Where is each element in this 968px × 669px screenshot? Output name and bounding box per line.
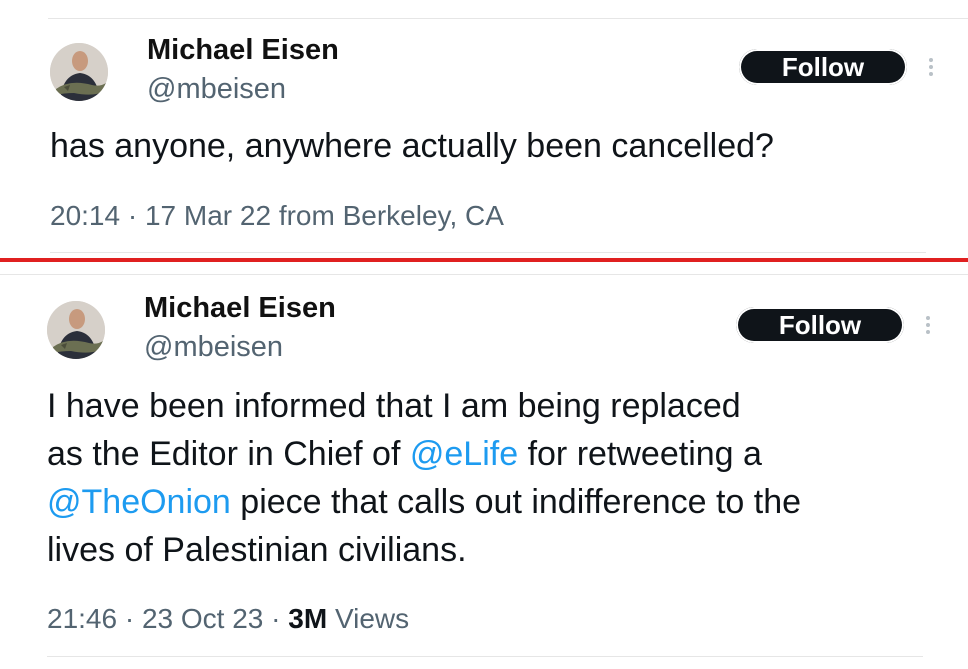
text-segment: piece that calls out indifference to the (230, 483, 802, 521)
mention-theonion[interactable]: @TheOnion (47, 483, 231, 521)
tweet-date[interactable]: 23 Oct 23 (142, 603, 263, 634)
separator-dot: · (124, 603, 135, 634)
tweet-text: I have been informed that I am being rep… (47, 382, 947, 574)
text-segment: for retweeting a (518, 435, 762, 473)
tweet-line-3: @TheOnion piece that calls out indiffere… (47, 478, 947, 526)
tweet-line-2: as the Editor in Chief of @eLife for ret… (47, 430, 947, 478)
tweet-meta: 21:46 · 23 Oct 23 · 3M Views (47, 603, 409, 635)
tweet-meta: 20:14 · 17 Mar 22 from Berkeley, CA (50, 200, 504, 232)
user-handle[interactable]: @mbeisen (147, 73, 286, 106)
more-options-icon[interactable] (928, 58, 934, 80)
tweet-divider (47, 656, 923, 657)
tweet-top-divider (0, 274, 968, 275)
more-options-icon[interactable] (925, 316, 931, 338)
views-count[interactable]: 3M (288, 603, 327, 634)
avatar[interactable] (50, 43, 108, 101)
tweet-date[interactable]: 17 Mar 22 (145, 200, 271, 231)
text-segment: as the Editor in Chief of (47, 435, 410, 473)
separator-dot: · (271, 603, 281, 634)
tweet-location: from Berkeley, CA (278, 200, 504, 231)
avatar-image (50, 43, 108, 101)
tweet-line-4: lives of Palestinian civilians. (47, 531, 467, 569)
views-label: Views (334, 603, 410, 634)
tweet-text: has anyone, anywhere actually been cance… (50, 122, 774, 170)
avatar-image (47, 301, 105, 359)
tweet-1: Michael Eisen @mbeisen Follow has anyone… (0, 0, 968, 258)
tweet-divider (50, 252, 926, 253)
tweet-line-1: I have been informed that I am being rep… (47, 387, 741, 425)
follow-button[interactable]: Follow (739, 49, 907, 85)
user-handle[interactable]: @mbeisen (144, 331, 283, 364)
separator-dot: · (127, 200, 138, 231)
mention-elife[interactable]: @eLife (410, 435, 518, 473)
tweet-time[interactable]: 21:46 (47, 603, 117, 634)
avatar[interactable] (47, 301, 105, 359)
tweet-time[interactable]: 20:14 (50, 200, 120, 231)
tweet-text-content: has anyone, anywhere actually been cance… (50, 127, 774, 165)
follow-button[interactable]: Follow (736, 307, 904, 343)
tweet-2: Michael Eisen @mbeisen Follow I have bee… (0, 262, 968, 669)
user-name[interactable]: Michael Eisen (144, 292, 336, 325)
user-name[interactable]: Michael Eisen (147, 34, 339, 67)
